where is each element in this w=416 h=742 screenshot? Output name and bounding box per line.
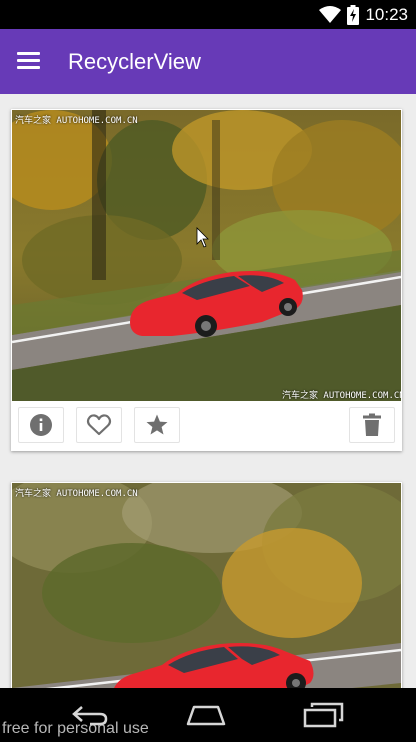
recents-icon <box>303 702 344 728</box>
delete-button[interactable] <box>349 407 395 443</box>
recents-button[interactable] <box>302 700 346 730</box>
car-photo: 汽车之家 AUTOHOME.COM.CN 汽车之家 AUTOHOME.COM.C… <box>12 110 401 401</box>
star-icon <box>146 414 168 435</box>
battery-charging-icon <box>347 5 360 25</box>
list-item-card[interactable]: 汽车之家 AUTOHOME.COM.CN 汽车之家 AUTOHOME.COM.C… <box>11 109 402 451</box>
status-time: 10:23 <box>365 5 408 24</box>
list-item-card[interactable]: 汽车之家 AUTOHOME.COM.CN <box>11 482 402 688</box>
delete-icon <box>363 413 381 436</box>
info-icon <box>30 414 52 436</box>
car-photo: 汽车之家 AUTOHOME.COM.CN <box>12 483 401 688</box>
app-bar-title: RecyclerView <box>68 49 201 74</box>
info-button[interactable] <box>18 407 64 443</box>
star-button[interactable] <box>134 407 180 443</box>
navigation-bar <box>0 688 416 742</box>
heart-outline-icon <box>86 414 112 436</box>
app-bar: RecyclerView <box>0 29 416 94</box>
home-icon <box>186 705 226 726</box>
home-button[interactable] <box>184 700 228 730</box>
photo-watermark-top: 汽车之家 AUTOHOME.COM.CN <box>15 489 138 499</box>
menu-icon[interactable] <box>14 49 44 73</box>
photo-watermark-top: 汽车之家 AUTOHOME.COM.CN <box>15 116 138 126</box>
back-button[interactable] <box>68 700 112 730</box>
photo-watermark-bottom: 汽车之家 AUTOHOME.COM.CN <box>282 391 401 401</box>
favorite-button[interactable] <box>76 407 122 443</box>
status-bar: 10:23 <box>0 0 416 29</box>
wifi-icon <box>319 6 342 23</box>
status-icons: 10:23 <box>319 4 408 26</box>
card-actions <box>11 405 402 451</box>
recycler-list[interactable]: 汽车之家 AUTOHOME.COM.CN 汽车之家 AUTOHOME.COM.C… <box>0 94 416 688</box>
back-icon <box>72 706 108 726</box>
